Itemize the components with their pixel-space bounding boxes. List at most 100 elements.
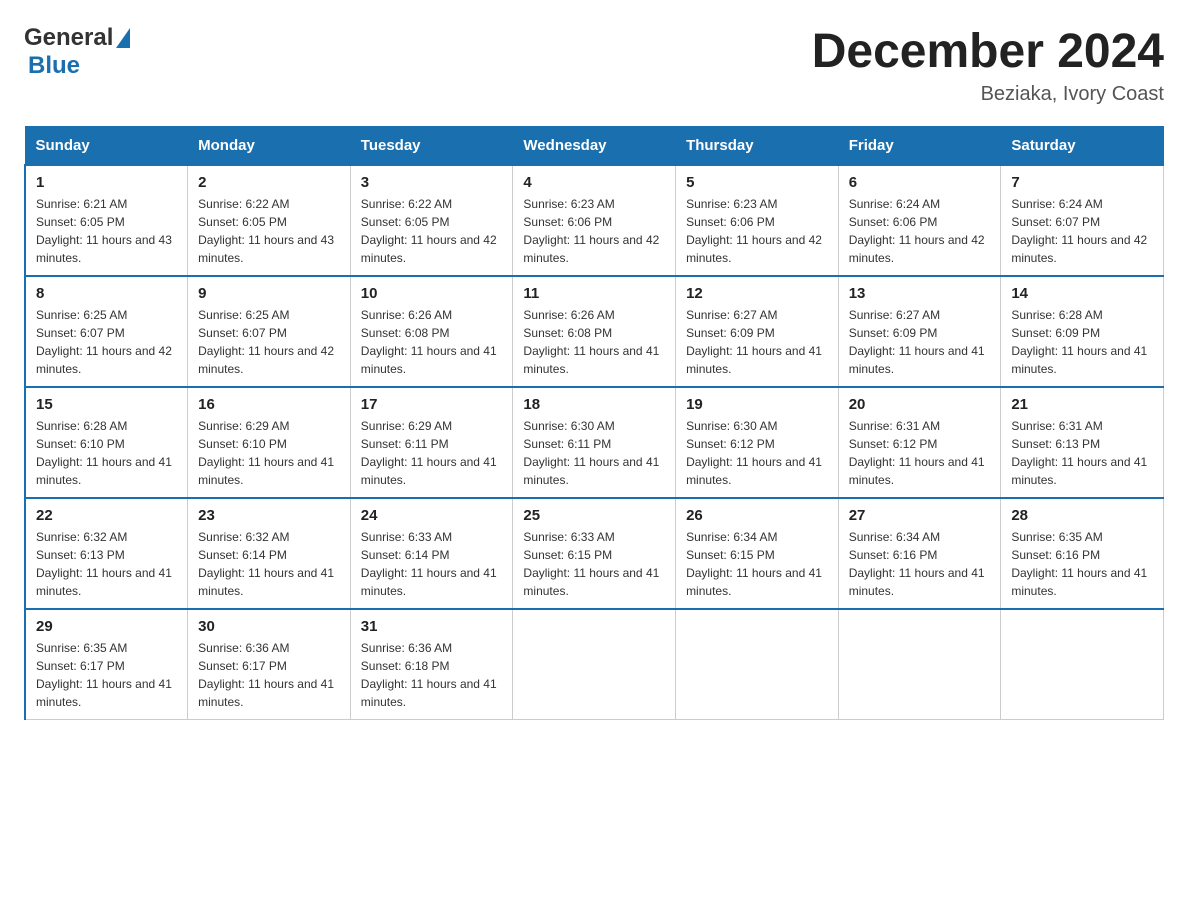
day-number: 23	[198, 507, 340, 524]
day-info: Sunrise: 6:28 AMSunset: 6:10 PMDaylight:…	[36, 417, 177, 489]
day-info: Sunrise: 6:36 AMSunset: 6:18 PMDaylight:…	[361, 639, 503, 711]
day-info: Sunrise: 6:31 AMSunset: 6:12 PMDaylight:…	[849, 417, 991, 489]
day-number: 7	[1011, 174, 1153, 191]
calendar-week-3: 15 Sunrise: 6:28 AMSunset: 6:10 PMDayligh…	[25, 387, 1164, 498]
calendar-cell: 15 Sunrise: 6:28 AMSunset: 6:10 PMDayligh…	[25, 387, 188, 498]
calendar-cell	[1001, 609, 1164, 720]
day-number: 3	[361, 174, 503, 191]
day-number: 18	[523, 396, 665, 413]
logo: General Blue	[24, 24, 130, 80]
day-info: Sunrise: 6:34 AMSunset: 6:15 PMDaylight:…	[686, 528, 828, 600]
day-number: 31	[361, 618, 503, 635]
day-info: Sunrise: 6:32 AMSunset: 6:14 PMDaylight:…	[198, 528, 340, 600]
day-info: Sunrise: 6:22 AMSunset: 6:05 PMDaylight:…	[198, 195, 340, 267]
day-number: 25	[523, 507, 665, 524]
calendar-cell: 18 Sunrise: 6:30 AMSunset: 6:11 PMDayligh…	[513, 387, 676, 498]
calendar-week-1: 1 Sunrise: 6:21 AMSunset: 6:05 PMDaylight…	[25, 165, 1164, 276]
calendar-cell: 11 Sunrise: 6:26 AMSunset: 6:08 PMDayligh…	[513, 276, 676, 387]
month-title: December 2024	[812, 24, 1164, 79]
day-number: 10	[361, 285, 503, 302]
day-info: Sunrise: 6:34 AMSunset: 6:16 PMDaylight:…	[849, 528, 991, 600]
logo-blue-text: Blue	[28, 52, 80, 79]
title-area: December 2024 Beziaka, Ivory Coast	[812, 24, 1164, 106]
day-info: Sunrise: 6:23 AMSunset: 6:06 PMDaylight:…	[523, 195, 665, 267]
day-number: 5	[686, 174, 828, 191]
day-info: Sunrise: 6:24 AMSunset: 6:07 PMDaylight:…	[1011, 195, 1153, 267]
calendar-cell: 30 Sunrise: 6:36 AMSunset: 6:17 PMDayligh…	[188, 609, 351, 720]
calendar-cell: 6 Sunrise: 6:24 AMSunset: 6:06 PMDaylight…	[838, 165, 1001, 276]
calendar-cell: 28 Sunrise: 6:35 AMSunset: 6:16 PMDayligh…	[1001, 498, 1164, 609]
day-info: Sunrise: 6:29 AMSunset: 6:11 PMDaylight:…	[361, 417, 503, 489]
day-number: 17	[361, 396, 503, 413]
day-number: 12	[686, 285, 828, 302]
calendar-cell: 31 Sunrise: 6:36 AMSunset: 6:18 PMDayligh…	[350, 609, 513, 720]
day-info: Sunrise: 6:27 AMSunset: 6:09 PMDaylight:…	[686, 306, 828, 378]
day-info: Sunrise: 6:25 AMSunset: 6:07 PMDaylight:…	[36, 306, 177, 378]
day-info: Sunrise: 6:24 AMSunset: 6:06 PMDaylight:…	[849, 195, 991, 267]
day-info: Sunrise: 6:33 AMSunset: 6:15 PMDaylight:…	[523, 528, 665, 600]
day-info: Sunrise: 6:21 AMSunset: 6:05 PMDaylight:…	[36, 195, 177, 267]
calendar-cell: 19Sunrise: 6:30 AMSunset: 6:12 PMDayligh…	[676, 387, 839, 498]
day-info: Sunrise: 6:36 AMSunset: 6:17 PMDaylight:…	[198, 639, 340, 711]
day-info: Sunrise: 6:29 AMSunset: 6:10 PMDaylight:…	[198, 417, 340, 489]
day-number: 28	[1011, 507, 1153, 524]
day-number: 22	[36, 507, 177, 524]
calendar-cell: 9 Sunrise: 6:25 AMSunset: 6:07 PMDaylight…	[188, 276, 351, 387]
calendar-table: SundayMondayTuesdayWednesdayThursdayFrid…	[24, 126, 1164, 720]
col-header-saturday: Saturday	[1001, 127, 1164, 166]
calendar-cell: 3Sunrise: 6:22 AMSunset: 6:05 PMDaylight…	[350, 165, 513, 276]
day-number: 8	[36, 285, 177, 302]
day-number: 4	[523, 174, 665, 191]
day-number: 21	[1011, 396, 1153, 413]
calendar-week-2: 8 Sunrise: 6:25 AMSunset: 6:07 PMDaylight…	[25, 276, 1164, 387]
calendar-cell: 21 Sunrise: 6:31 AMSunset: 6:13 PMDayligh…	[1001, 387, 1164, 498]
day-info: Sunrise: 6:26 AMSunset: 6:08 PMDaylight:…	[361, 306, 503, 378]
location: Beziaka, Ivory Coast	[812, 83, 1164, 106]
calendar-cell: 13 Sunrise: 6:27 AMSunset: 6:09 PMDayligh…	[838, 276, 1001, 387]
calendar-cell: 24 Sunrise: 6:33 AMSunset: 6:14 PMDayligh…	[350, 498, 513, 609]
day-info: Sunrise: 6:28 AMSunset: 6:09 PMDaylight:…	[1011, 306, 1153, 378]
logo-triangle-icon	[116, 28, 130, 48]
calendar-cell	[838, 609, 1001, 720]
calendar-cell: 22Sunrise: 6:32 AMSunset: 6:13 PMDayligh…	[25, 498, 188, 609]
day-number: 9	[198, 285, 340, 302]
calendar-cell	[676, 609, 839, 720]
calendar-cell: 14 Sunrise: 6:28 AMSunset: 6:09 PMDayligh…	[1001, 276, 1164, 387]
day-info: Sunrise: 6:27 AMSunset: 6:09 PMDaylight:…	[849, 306, 991, 378]
day-info: Sunrise: 6:26 AMSunset: 6:08 PMDaylight:…	[523, 306, 665, 378]
day-number: 11	[523, 285, 665, 302]
calendar-cell: 25 Sunrise: 6:33 AMSunset: 6:15 PMDayligh…	[513, 498, 676, 609]
calendar-cell: 29Sunrise: 6:35 AMSunset: 6:17 PMDayligh…	[25, 609, 188, 720]
day-info: Sunrise: 6:35 AMSunset: 6:16 PMDaylight:…	[1011, 528, 1153, 600]
calendar-week-5: 29Sunrise: 6:35 AMSunset: 6:17 PMDayligh…	[25, 609, 1164, 720]
calendar-cell: 2Sunrise: 6:22 AMSunset: 6:05 PMDaylight…	[188, 165, 351, 276]
calendar-cell: 10 Sunrise: 6:26 AMSunset: 6:08 PMDayligh…	[350, 276, 513, 387]
day-info: Sunrise: 6:33 AMSunset: 6:14 PMDaylight:…	[361, 528, 503, 600]
calendar-cell: 26 Sunrise: 6:34 AMSunset: 6:15 PMDayligh…	[676, 498, 839, 609]
calendar-cell	[513, 609, 676, 720]
calendar-cell: 17 Sunrise: 6:29 AMSunset: 6:11 PMDayligh…	[350, 387, 513, 498]
day-info: Sunrise: 6:30 AMSunset: 6:11 PMDaylight:…	[523, 417, 665, 489]
day-number: 1	[36, 174, 177, 191]
day-info: Sunrise: 6:25 AMSunset: 6:07 PMDaylight:…	[198, 306, 340, 378]
col-header-thursday: Thursday	[676, 127, 839, 166]
day-info: Sunrise: 6:23 AMSunset: 6:06 PMDaylight:…	[686, 195, 828, 267]
calendar-cell: 1 Sunrise: 6:21 AMSunset: 6:05 PMDaylight…	[25, 165, 188, 276]
day-info: Sunrise: 6:31 AMSunset: 6:13 PMDaylight:…	[1011, 417, 1153, 489]
col-header-wednesday: Wednesday	[513, 127, 676, 166]
day-number: 20	[849, 396, 991, 413]
day-number: 13	[849, 285, 991, 302]
col-header-friday: Friday	[838, 127, 1001, 166]
day-number: 6	[849, 174, 991, 191]
day-number: 24	[361, 507, 503, 524]
logo-general-text: General	[24, 24, 113, 52]
day-number: 14	[1011, 285, 1153, 302]
day-number: 30	[198, 618, 340, 635]
day-number: 15	[36, 396, 177, 413]
calendar-header-row: SundayMondayTuesdayWednesdayThursdayFrid…	[25, 127, 1164, 166]
page-header: General Blue December 2024 Beziaka, Ivor…	[24, 24, 1164, 106]
calendar-cell: 7 Sunrise: 6:24 AMSunset: 6:07 PMDaylight…	[1001, 165, 1164, 276]
day-number: 26	[686, 507, 828, 524]
calendar-cell: 20 Sunrise: 6:31 AMSunset: 6:12 PMDayligh…	[838, 387, 1001, 498]
day-number: 27	[849, 507, 991, 524]
